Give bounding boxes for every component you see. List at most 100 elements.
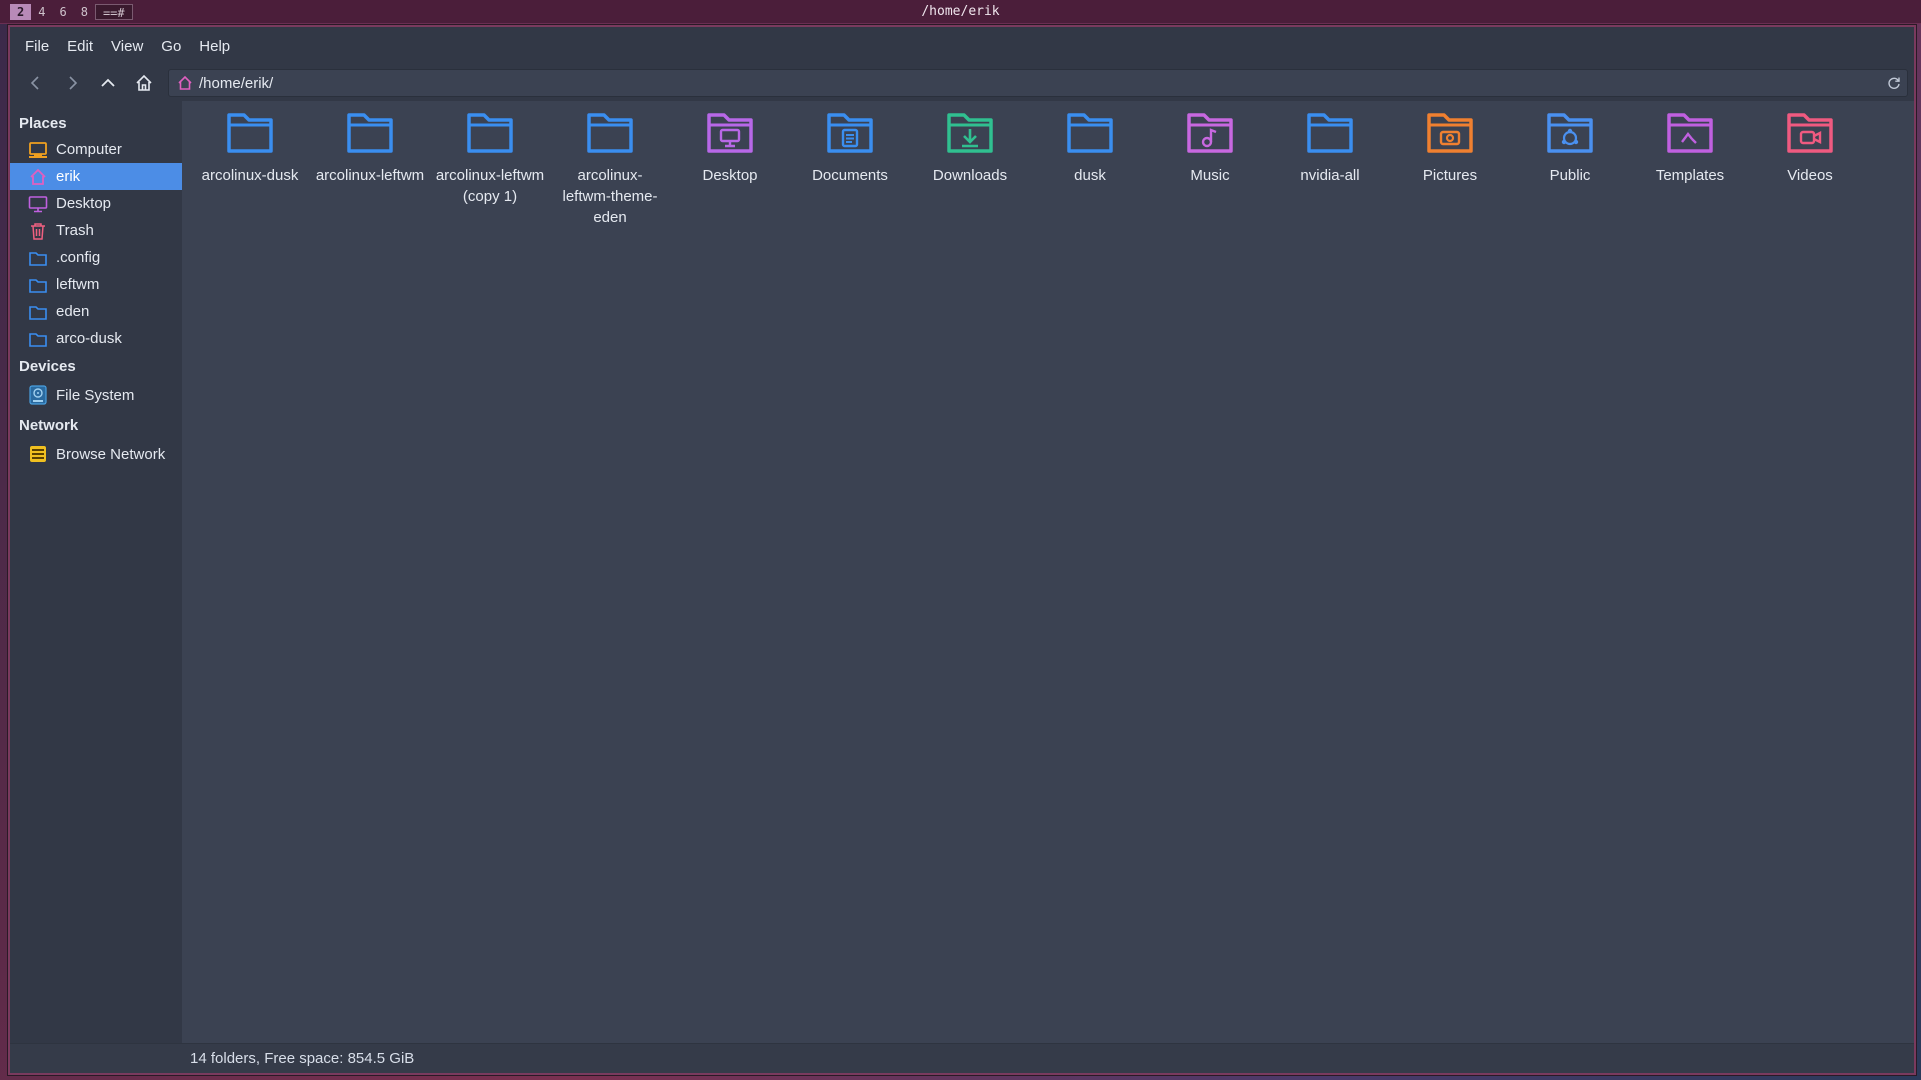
sidebar-item-erik[interactable]: erik: [10, 163, 182, 190]
file-item-nvidia-all[interactable]: nvidia-all: [1270, 107, 1390, 228]
sidebar-item-file-system[interactable]: File System: [10, 379, 182, 411]
menu-edit[interactable]: Edit: [58, 34, 102, 59]
sidebar-item-label: eden: [56, 303, 90, 320]
sidebar-item-label: File System: [56, 386, 135, 404]
templates-folder-icon: [1667, 113, 1713, 153]
sidebar-item-label: Computer: [56, 141, 122, 158]
file-name: arcolinux-leftwm-theme-eden: [562, 167, 658, 226]
file-item-downloads[interactable]: Downloads: [910, 107, 1030, 228]
menubar: File Edit View Go Help: [10, 27, 1914, 65]
file-name: Music: [1190, 167, 1230, 184]
drive-icon: [28, 385, 48, 405]
content-area: Places Computer erik Desktop Trash .conf…: [10, 101, 1914, 1073]
window-title: /home/erik: [921, 4, 1000, 19]
location-path[interactable]: /home/erik/: [199, 75, 1881, 92]
public-folder-icon: [1547, 113, 1593, 153]
folder-icon: [28, 275, 48, 295]
file-name: arcolinux-dusk: [201, 167, 299, 184]
file-view[interactable]: arcolinux-dusk arcolinux-leftwm arcolinu…: [182, 101, 1914, 1073]
folder-icon: [28, 329, 48, 349]
music-folder-icon: [1187, 113, 1233, 153]
sidebar-item-leftwm[interactable]: leftwm: [10, 271, 182, 298]
sidebar-item-label: Browse Network: [56, 445, 166, 463]
file-name: Pictures: [1422, 167, 1478, 184]
file-name: Downloads: [932, 167, 1008, 184]
folder-icon: [467, 113, 513, 153]
toolbar: /home/erik/: [10, 65, 1914, 101]
sidebar-item-eden[interactable]: eden: [10, 298, 182, 325]
folder-icon: [227, 113, 273, 153]
menu-go[interactable]: Go: [152, 34, 190, 59]
sidebar-item-browse-network[interactable]: Browse Network: [10, 438, 182, 470]
home-icon: [178, 75, 192, 90]
file-item-dusk[interactable]: dusk: [1030, 107, 1150, 228]
file-name: nvidia-all: [1300, 167, 1360, 184]
file-grid: arcolinux-dusk arcolinux-leftwm arcolinu…: [190, 107, 1870, 228]
home-button[interactable]: [126, 67, 162, 99]
back-arrow-icon: [30, 76, 39, 90]
sidebar: Places Computer erik Desktop Trash .conf…: [10, 101, 182, 1073]
places-heading: Places: [19, 115, 67, 132]
forward-button[interactable]: [54, 67, 90, 99]
trash-icon: [28, 221, 48, 241]
file-item-arcolinux-dusk[interactable]: arcolinux-dusk: [190, 107, 310, 228]
pictures-folder-icon: [1427, 113, 1473, 153]
folder-icon: [1307, 113, 1353, 153]
sidebar-item-arco-dusk[interactable]: arco-dusk: [10, 325, 182, 352]
network-heading: Network: [19, 417, 79, 434]
file-item-templates[interactable]: Templates: [1630, 107, 1750, 228]
network-icon: [28, 444, 48, 464]
status-bar: 14 folders, Free space: 854.5 GiB: [10, 1043, 1914, 1073]
documents-folder-icon: [827, 113, 873, 153]
sidebar-item-label: Trash: [56, 222, 94, 239]
file-item-videos[interactable]: Videos: [1750, 107, 1870, 228]
file-name: Videos: [1787, 167, 1833, 184]
menu-view[interactable]: View: [102, 34, 152, 59]
downloads-folder-icon: [947, 113, 993, 153]
sidebar-item-trash[interactable]: Trash: [10, 217, 182, 244]
folder-icon: [28, 248, 48, 268]
sidebar-item-computer[interactable]: Computer: [10, 136, 182, 163]
desktop-folder-icon: [707, 113, 753, 153]
folder-icon: [587, 113, 633, 153]
sidebar-item-desktop[interactable]: Desktop: [10, 190, 182, 217]
sidebar-item-label: .config: [56, 249, 101, 266]
sidebar-item-label: erik: [56, 168, 81, 185]
sidebar-item-label: leftwm: [56, 276, 100, 293]
up-button[interactable]: [90, 67, 126, 99]
status-text: 14 folders, Free space: 854.5 GiB: [190, 1050, 415, 1067]
computer-icon: [28, 140, 48, 160]
folder-icon: [1067, 113, 1113, 153]
menu-help[interactable]: Help: [190, 34, 239, 59]
sidebar-item-label: Desktop: [56, 195, 112, 212]
file-item-documents[interactable]: Documents: [790, 107, 910, 228]
reload-icon: [1888, 77, 1900, 89]
back-button[interactable]: [18, 67, 54, 99]
file-name: dusk: [1074, 167, 1106, 184]
folder-icon: [28, 302, 48, 322]
file-item-arcolinux-leftwm-copy-1[interactable]: arcolinux-leftwm (copy 1): [430, 107, 550, 228]
home-icon: [28, 167, 48, 187]
folder-icon: [347, 113, 393, 153]
videos-folder-icon: [1787, 113, 1833, 153]
home-icon: [136, 74, 152, 91]
file-name: arcolinux-leftwm: [315, 167, 425, 184]
forward-arrow-icon: [69, 76, 78, 90]
reload-button[interactable]: [1881, 76, 1907, 90]
file-item-music[interactable]: Music: [1150, 107, 1270, 228]
file-name: Templates: [1655, 167, 1725, 184]
sidebar-item-config[interactable]: .config: [10, 244, 182, 271]
file-item-public[interactable]: Public: [1510, 107, 1630, 228]
file-name: Desktop: [702, 167, 758, 184]
file-item-arcolinux-leftwm-theme-eden[interactable]: arcolinux-leftwm-theme-eden: [550, 107, 670, 228]
menu-file[interactable]: File: [16, 34, 58, 59]
file-manager-window: File Edit View Go Help /home/erik/ Place…: [8, 25, 1916, 1075]
desktop-icon: [28, 194, 48, 214]
file-item-pictures[interactable]: Pictures: [1390, 107, 1510, 228]
location-bar[interactable]: /home/erik/: [168, 69, 1908, 97]
file-name: Documents: [812, 167, 888, 184]
file-item-arcolinux-leftwm[interactable]: arcolinux-leftwm: [310, 107, 430, 228]
up-arrow-icon: [101, 78, 115, 87]
file-item-desktop[interactable]: Desktop: [670, 107, 790, 228]
file-name: Public: [1549, 167, 1591, 184]
